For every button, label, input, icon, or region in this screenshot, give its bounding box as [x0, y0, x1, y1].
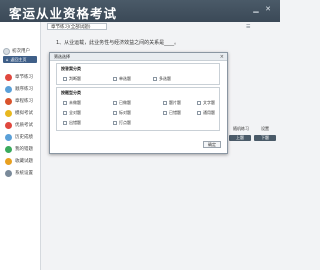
book-icon	[5, 97, 12, 105]
sidebar-item-rules-practice[interactable]: 章程练习	[0, 95, 40, 107]
sidebar-item-label: 顺序练习	[15, 87, 33, 92]
checkbox-marked[interactable]: 标对题	[113, 110, 131, 116]
checkbox-single-choice[interactable]: 单选题	[113, 76, 131, 82]
avatar	[3, 47, 10, 55]
sidebar-item-label: 系统设置	[15, 171, 33, 176]
checkbox[interactable]	[63, 121, 67, 125]
option-label: 多选题	[159, 76, 171, 81]
checkbox[interactable]	[113, 101, 117, 105]
dialog-title: 筛选选择	[50, 53, 227, 61]
checkbox-multi-choice[interactable]: 多选题	[153, 76, 171, 82]
history-icon	[5, 133, 12, 141]
sidebar-item-my-errors[interactable]: 我的错题	[0, 143, 40, 155]
question-text: 1、从业运载，此业务性与经济效益之间的关系是____。	[56, 40, 180, 46]
option-label: 文字题	[203, 100, 215, 105]
checkbox[interactable]	[113, 111, 117, 115]
checkbox[interactable]	[197, 111, 201, 115]
checkbox[interactable]	[63, 111, 67, 115]
sidebar-item-label: 我的错题	[15, 147, 33, 152]
minimize-icon[interactable]: ▁	[252, 5, 260, 13]
checkbox[interactable]	[113, 121, 117, 125]
checkbox-error[interactable]: 出错题	[63, 120, 81, 126]
option-label: 打点题	[119, 120, 131, 125]
checkbox-text[interactable]: 文字题	[197, 100, 215, 106]
home-icon: ⌂	[6, 57, 9, 62]
sidebar-item-settings[interactable]: 系统设置	[0, 167, 40, 179]
app-title: 客运从业资格考试	[9, 6, 118, 21]
star-icon	[5, 121, 12, 129]
option-label: 全对题	[69, 110, 81, 115]
prev-question-button[interactable]: 上题	[229, 135, 251, 141]
ok-button[interactable]: 确定	[203, 141, 221, 148]
checkbox-done[interactable]: 已做题	[113, 100, 131, 106]
sidebar-item-sequential-practice[interactable]: 顺序练习	[0, 83, 40, 95]
option-label: 已做题	[119, 100, 131, 105]
checkbox[interactable]	[153, 77, 157, 81]
checkbox[interactable]	[63, 101, 67, 105]
chapter-select[interactable]: 章节练习(全部试题)	[47, 23, 107, 30]
favorite-icon	[5, 157, 12, 165]
sidebar-item-label: 章节练习	[15, 75, 33, 80]
checkbox-wrong[interactable]: 已错题	[163, 110, 181, 116]
settings-button[interactable]: 设置	[255, 126, 275, 132]
back-to-home-button[interactable]: ⌂ 返回主页	[3, 56, 37, 63]
error-icon	[5, 145, 12, 153]
option-label: 标对题	[119, 110, 131, 115]
option-label: 题片题	[169, 100, 181, 105]
next-question-button[interactable]: 下题	[254, 135, 276, 141]
option-label: 单选题	[119, 76, 131, 81]
option-label: 判断题	[69, 76, 81, 81]
checkbox-general[interactable]: 通用题	[197, 110, 215, 116]
close-icon[interactable]: ✕	[264, 5, 272, 13]
sidebar-item-quality-exam[interactable]: 优质考试	[0, 119, 40, 131]
close-icon[interactable]: ×	[220, 53, 224, 61]
answer-type-group: 按答案分类 判断题 单选题 多选题	[56, 63, 220, 85]
checkbox[interactable]	[113, 77, 117, 81]
user-info: 初次用户	[3, 47, 30, 55]
sidebar-item-label: 优质考试	[15, 123, 33, 128]
checkbox-judgment[interactable]: 判断题	[63, 76, 81, 82]
pencil-icon	[5, 73, 12, 81]
sidebar-item-favorites[interactable]: 收藏试题	[0, 155, 40, 167]
sidebar-item-mock-exam[interactable]: 模拟考试	[0, 107, 40, 119]
settings-icon	[5, 169, 12, 177]
option-label: 出错题	[69, 120, 81, 125]
group-label: 按题型分类	[61, 90, 81, 95]
user-label: 初次用户	[12, 49, 30, 54]
sidebar-item-history[interactable]: 历史成绩	[0, 131, 40, 143]
checkbox-image[interactable]: 题片题	[163, 100, 181, 106]
checkbox-undone[interactable]: 未做题	[63, 100, 81, 106]
sidebar-item-label: 收藏试题	[15, 159, 33, 164]
filter-dialog: 筛选选择 × 按答案分类 判断题 单选题 多选题 按题型分类 未做题 已做题 题…	[49, 52, 228, 154]
group-label: 按答案分类	[61, 66, 81, 71]
checkbox[interactable]	[197, 101, 201, 105]
checkbox[interactable]	[163, 111, 167, 115]
option-label: 已错题	[169, 110, 181, 115]
title-bar: 客运从业资格考试 ▁ ✕	[0, 0, 280, 22]
side-controls: 随机练习 设置 上题 下题	[229, 126, 279, 144]
random-practice-button[interactable]: 随机练习	[229, 126, 253, 132]
sidebar-item-label: 模拟考试	[15, 111, 33, 116]
checkbox-all-correct[interactable]: 全对题	[63, 110, 81, 116]
option-label: 未做题	[69, 100, 81, 105]
sidebar-item-label: 历史成绩	[15, 135, 33, 140]
sidebar-item-label: 章程练习	[15, 99, 33, 104]
question-type-group: 按题型分类 未做题 已做题 题片题 文字题 全对题 标对题 已错题 通用题 出错…	[56, 87, 220, 131]
checkbox[interactable]	[63, 77, 67, 81]
sidebar-item-chapter-practice[interactable]: 章节练习	[0, 71, 40, 83]
menu-icon[interactable]: ☰	[246, 24, 250, 30]
back-label: 返回主页	[10, 57, 27, 62]
checkbox[interactable]	[163, 101, 167, 105]
option-label: 通用题	[203, 110, 215, 115]
exam-icon	[5, 109, 12, 117]
checkbox-dotted[interactable]: 打点题	[113, 120, 131, 126]
list-icon	[5, 85, 12, 93]
sidebar: 初次用户 ⌂ 返回主页 章节练习 顺序练习 章程练习 模拟考试 优质考试 历史成…	[0, 22, 41, 270]
